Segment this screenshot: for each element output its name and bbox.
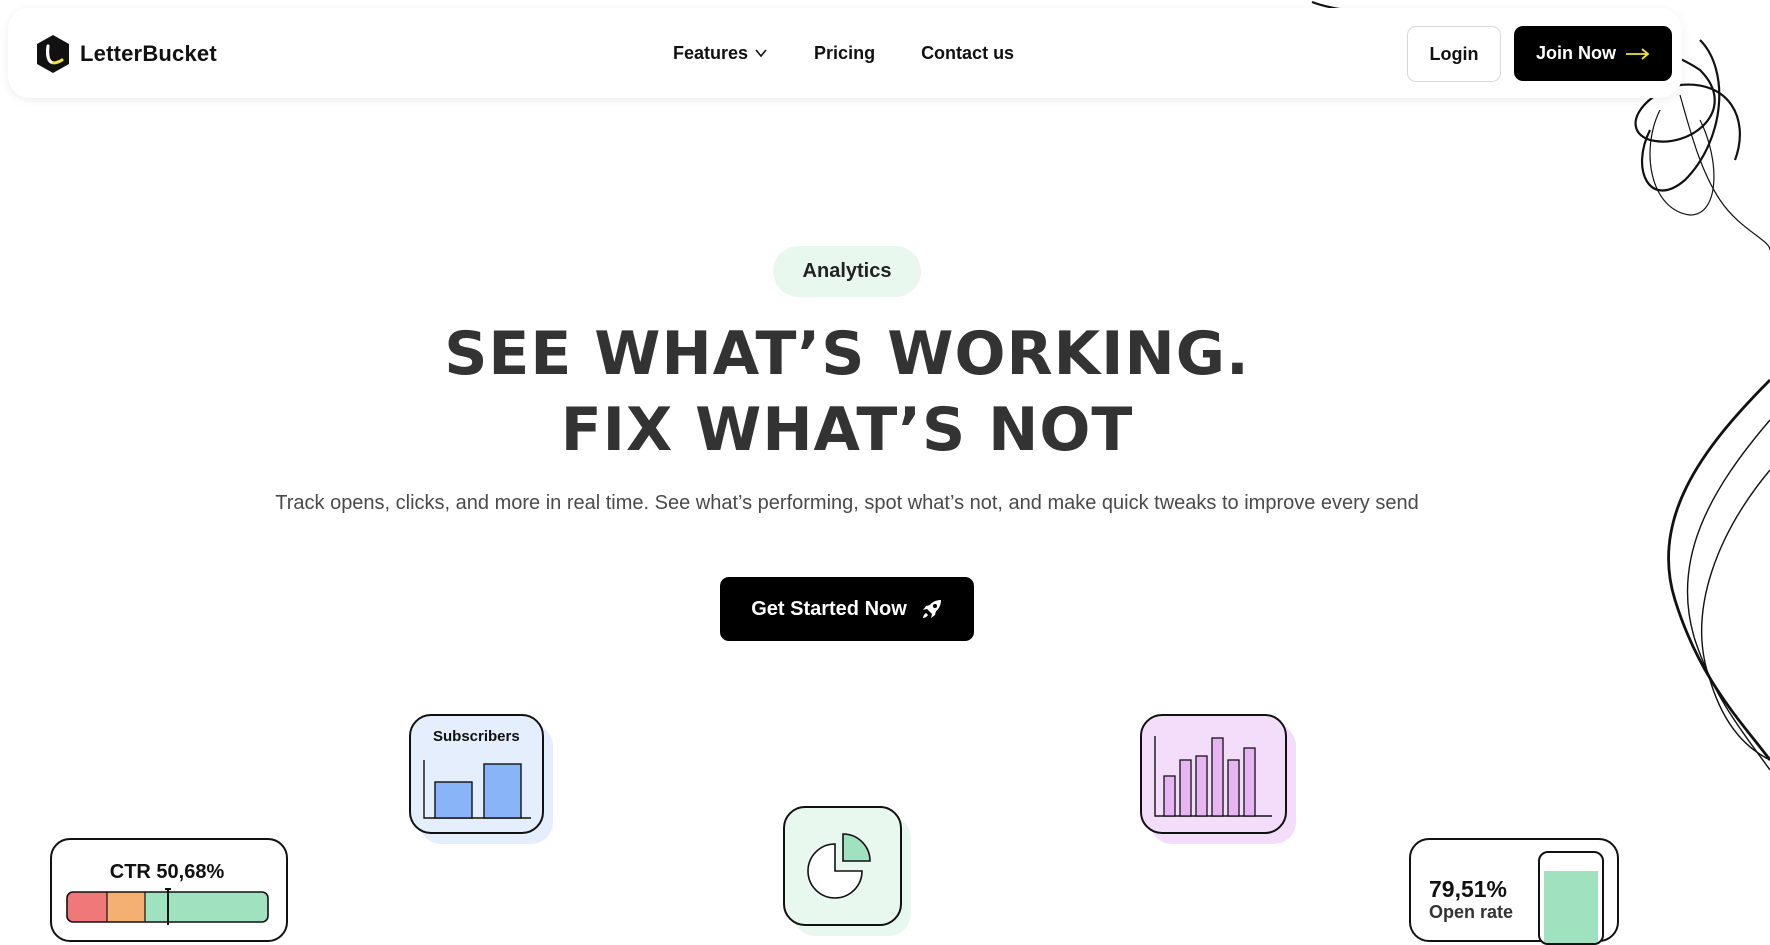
activity-bar-4 (1211, 737, 1224, 817)
ctr-title: CTR 50,68% (109, 861, 225, 883)
chevron-down-icon (755, 49, 767, 58)
join-now-label: Join Now (1536, 43, 1616, 63)
ctr-card: CTR 50,68% (50, 838, 288, 942)
activity-bar-1 (1163, 775, 1176, 817)
open-rate-card: 79,51% Open rate (1409, 838, 1619, 945)
activity-bar-5 (1227, 759, 1240, 817)
hero-headline-line2: FIX WHAT’S NOT (560, 395, 1134, 465)
subscribers-bar-1 (434, 781, 473, 819)
pie-card (783, 806, 913, 936)
nav-contact[interactable]: Contact us (921, 43, 1014, 64)
brand[interactable]: LetterBucket (34, 34, 217, 74)
activity-bar-6 (1243, 747, 1256, 817)
activity-bar-3 (1195, 755, 1208, 817)
section-badge: Analytics (773, 246, 921, 297)
get-started-button[interactable]: Get Started Now (720, 577, 974, 641)
login-button[interactable]: Login (1407, 26, 1501, 82)
join-now-button[interactable]: Join Now (1514, 26, 1672, 81)
activity-bar-2 (1179, 759, 1192, 817)
nav-features[interactable]: Features (673, 43, 768, 64)
open-rate-gauge-fill (1544, 870, 1598, 943)
logo-icon (37, 35, 69, 73)
activity-card (1140, 714, 1296, 844)
ctr-progress-bar (66, 888, 269, 925)
top-navbar: LetterBucket Features Pricing Contact us… (8, 8, 1682, 98)
bar-chart-icon (423, 760, 531, 819)
get-started-label: Get Started Now (751, 597, 907, 620)
subscribers-title: Subscribers (433, 728, 520, 745)
nav-pricing[interactable]: Pricing (814, 43, 875, 64)
open-rate-gauge (1538, 851, 1604, 945)
nav-features-label: Features (673, 42, 749, 63)
subscribers-bar-2 (483, 763, 522, 819)
subscribers-card: Subscribers (409, 714, 553, 844)
nav-links: Features Pricing Contact us (673, 8, 1014, 98)
open-rate-value: 79,51% (1429, 876, 1508, 902)
rocket-icon (922, 600, 941, 618)
pie-chart-icon (807, 833, 871, 899)
hero-headline: SEE WHAT’S WORKING. FIX WHAT’S NOT (0, 316, 1694, 468)
open-rate-label: Open rate (1429, 902, 1514, 922)
brand-name: LetterBucket (80, 41, 217, 66)
hero-subtitle: Track opens, clicks, and more in real ti… (275, 492, 1419, 514)
arrow-right-icon (1626, 47, 1650, 60)
hero-headline-line1: SEE WHAT’S WORKING. (444, 319, 1250, 389)
bar-chart-icon (1154, 736, 1272, 817)
